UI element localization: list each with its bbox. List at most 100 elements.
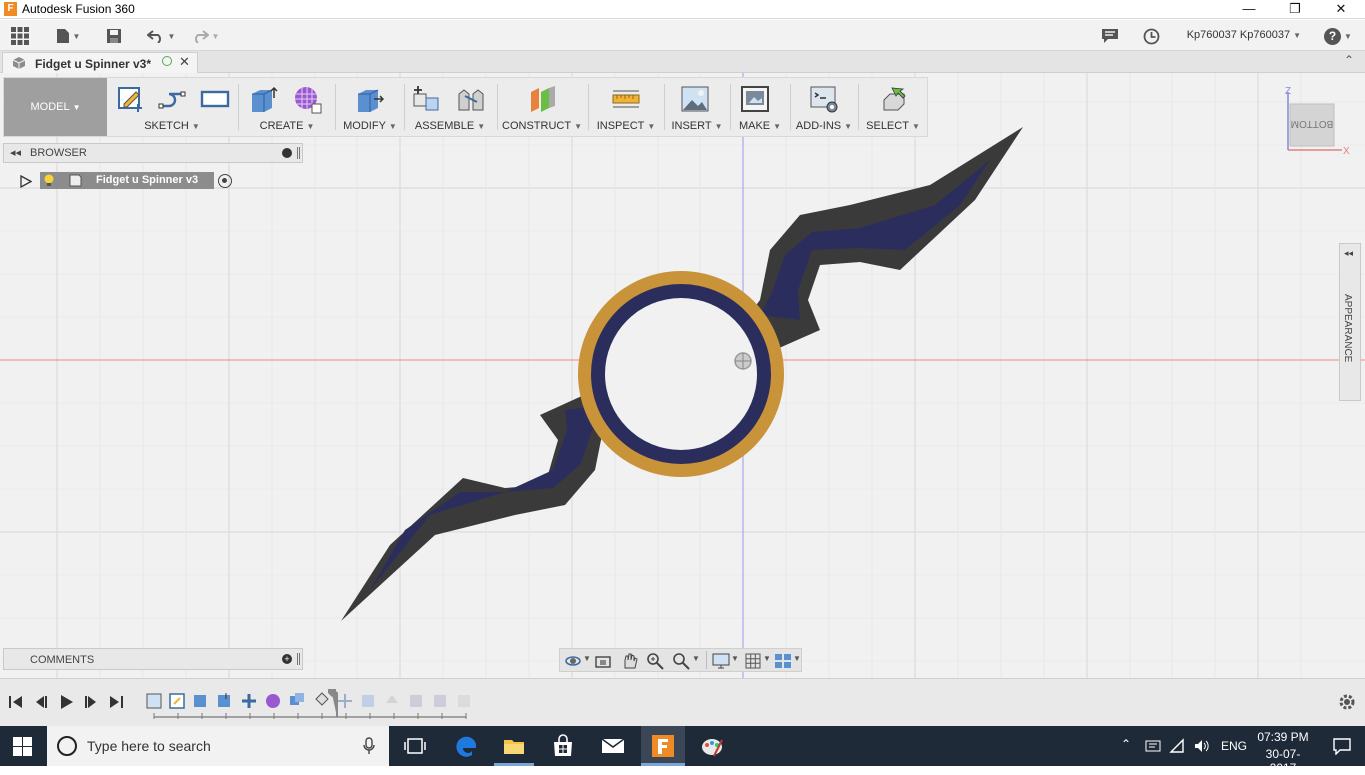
grid-dropdown-icon[interactable]: ▼ xyxy=(763,654,771,663)
orbit-dropdown-icon[interactable]: ▼ xyxy=(583,654,591,663)
edge-browser-icon[interactable] xyxy=(455,734,479,758)
scripts-addins-icon xyxy=(810,86,838,113)
root-component-node[interactable]: Fidget u Spinner v3 xyxy=(40,172,214,189)
collapse-chevron-icon[interactable]: ⌃ xyxy=(1344,53,1354,67)
zoom-dropdown-icon[interactable]: ▼ xyxy=(692,654,700,663)
display-dropdown-icon[interactable]: ▼ xyxy=(731,654,739,663)
expand-panel-icon[interactable]: ◂◂ xyxy=(1344,248,1353,259)
minimize-button[interactable]: — xyxy=(1226,0,1272,19)
store-icon[interactable] xyxy=(551,734,575,758)
inspect-group[interactable]: INSPECT ▼ xyxy=(592,78,660,136)
make-menu[interactable]: MAKE ▼ xyxy=(734,120,786,132)
show-hidden-icons-icon[interactable]: ⌃ xyxy=(1121,737,1131,751)
look-at-icon[interactable] xyxy=(594,652,612,670)
minimize-panel-icon[interactable] xyxy=(282,148,292,158)
help-button[interactable]: ? ▼ xyxy=(1322,25,1354,47)
microphone-icon[interactable] xyxy=(363,737,375,755)
insert-menu[interactable]: INSERT ▼ xyxy=(668,120,726,132)
viewports-icon[interactable] xyxy=(774,652,792,670)
pan-hand-icon[interactable] xyxy=(620,652,638,670)
window-title: Autodesk Fusion 360 xyxy=(22,2,135,16)
comments-panel-header[interactable]: COMMENTS + xyxy=(3,648,303,670)
timeline-bar xyxy=(0,678,1365,726)
add-comment-icon[interactable]: + xyxy=(282,654,292,664)
job-status-button[interactable] xyxy=(1141,25,1161,47)
language-indicator[interactable]: ENG xyxy=(1221,739,1247,753)
viewports-dropdown-icon[interactable]: ▼ xyxy=(793,654,801,663)
browser-tree: Fidget u Spinner v3 xyxy=(18,171,238,191)
browser-panel-header[interactable]: ◂◂ BROWSER xyxy=(3,143,303,163)
move-feature-icon xyxy=(242,694,256,708)
create-group[interactable]: CREATE ▼ xyxy=(244,78,330,136)
close-button[interactable]: ✕ xyxy=(1318,0,1364,19)
file-explorer-icon[interactable] xyxy=(502,734,526,758)
file-menu-button[interactable]: ▼ xyxy=(52,25,84,47)
create-sketch-icon xyxy=(118,87,142,112)
insert-image-icon xyxy=(681,86,709,112)
select-menu[interactable]: SELECT ▼ xyxy=(862,120,924,132)
clock-time[interactable]: 07:39 PM xyxy=(1253,730,1313,744)
3d-canvas[interactable] xyxy=(0,73,1365,678)
press-pull-icon xyxy=(358,89,384,112)
timeline-start-icon[interactable] xyxy=(7,693,25,711)
select-group[interactable]: SELECT ▼ xyxy=(862,78,924,136)
undo-button[interactable]: ▼ xyxy=(144,25,178,47)
task-view-icon[interactable] xyxy=(403,734,427,758)
close-tab-icon[interactable]: ✕ xyxy=(179,54,190,70)
insert-group[interactable]: INSERT ▼ xyxy=(668,78,726,136)
wifi-icon[interactable] xyxy=(1169,738,1187,754)
inspect-menu[interactable]: INSPECT ▼ xyxy=(592,120,660,132)
workspace-switcher[interactable]: MODEL ▼ xyxy=(4,78,107,136)
construct-menu[interactable]: CONSTRUCT ▼ xyxy=(501,120,583,132)
measure-icon xyxy=(612,90,640,108)
document-name: Fidget u Spinner v3* xyxy=(35,57,152,71)
notifications-button[interactable] xyxy=(1100,25,1120,47)
expand-arrow-icon[interactable] xyxy=(20,175,32,188)
display-settings-icon[interactable] xyxy=(712,652,730,670)
fit-icon[interactable] xyxy=(672,652,690,670)
zoom-icon[interactable] xyxy=(646,652,664,670)
timeline-previous-icon[interactable] xyxy=(32,693,50,711)
timeline-next-icon[interactable] xyxy=(82,693,100,711)
volume-icon[interactable] xyxy=(1193,738,1211,754)
construct-group[interactable]: CONSTRUCT ▼ xyxy=(501,78,583,136)
assemble-menu[interactable]: ASSEMBLE ▼ xyxy=(408,120,492,132)
data-panel-grid-icon[interactable] xyxy=(8,25,32,47)
activate-component-icon[interactable] xyxy=(218,174,232,188)
restore-button[interactable]: ❐ xyxy=(1272,0,1318,19)
windows-start-icon[interactable] xyxy=(13,737,32,756)
modify-menu[interactable]: MODIFY ▼ xyxy=(340,120,400,132)
sketch-group[interactable]: SKETCH ▼ xyxy=(112,78,232,136)
modify-group[interactable]: MODIFY ▼ xyxy=(340,78,400,136)
mail-icon[interactable] xyxy=(601,734,625,758)
collapse-panel-icon[interactable]: ◂◂ xyxy=(10,146,21,159)
paint-app-icon[interactable] xyxy=(700,734,724,758)
fusion-360-taskbar-icon[interactable] xyxy=(651,734,675,758)
sketch-menu[interactable]: SKETCH ▼ xyxy=(112,120,232,132)
add-ins-group[interactable]: ADD-INS ▼ xyxy=(794,78,854,136)
clock-date[interactable]: 30-07-2017 xyxy=(1253,747,1313,775)
redo-button[interactable]: ▼ xyxy=(188,25,222,47)
component-doc-icon xyxy=(69,174,82,187)
panel-grip-icon[interactable] xyxy=(297,147,300,159)
user-account-menu[interactable]: Kp760037 Kp760037 ▼ xyxy=(1187,29,1301,41)
add-ins-menu[interactable]: ADD-INS ▼ xyxy=(794,120,854,132)
view-cube[interactable]: BOTTOM Z X xyxy=(1284,86,1354,157)
taskbar-search-box[interactable]: Type here to search xyxy=(47,726,389,766)
action-center-icon[interactable] xyxy=(1333,737,1351,755)
orbit-icon[interactable] xyxy=(564,652,582,670)
help-icon: ? xyxy=(1324,27,1342,45)
assemble-group[interactable]: ASSEMBLE ▼ xyxy=(408,78,492,136)
make-group[interactable]: MAKE ▼ xyxy=(734,78,786,136)
network-icon[interactable] xyxy=(1145,738,1163,754)
create-menu[interactable]: CREATE ▼ xyxy=(244,120,330,132)
document-tab[interactable]: Fidget u Spinner v3* ✕ xyxy=(2,52,198,73)
panel-grip-icon[interactable] xyxy=(297,653,300,665)
timeline-settings-gear-icon[interactable] xyxy=(1338,693,1356,711)
timeline-play-icon[interactable] xyxy=(57,693,75,711)
save-button[interactable] xyxy=(104,25,124,47)
grid-snaps-icon[interactable] xyxy=(744,652,762,670)
appearance-panel[interactable]: ◂◂ APPEARANCE xyxy=(1339,243,1361,401)
timeline-features[interactable] xyxy=(144,689,474,721)
timeline-end-icon[interactable] xyxy=(107,693,125,711)
